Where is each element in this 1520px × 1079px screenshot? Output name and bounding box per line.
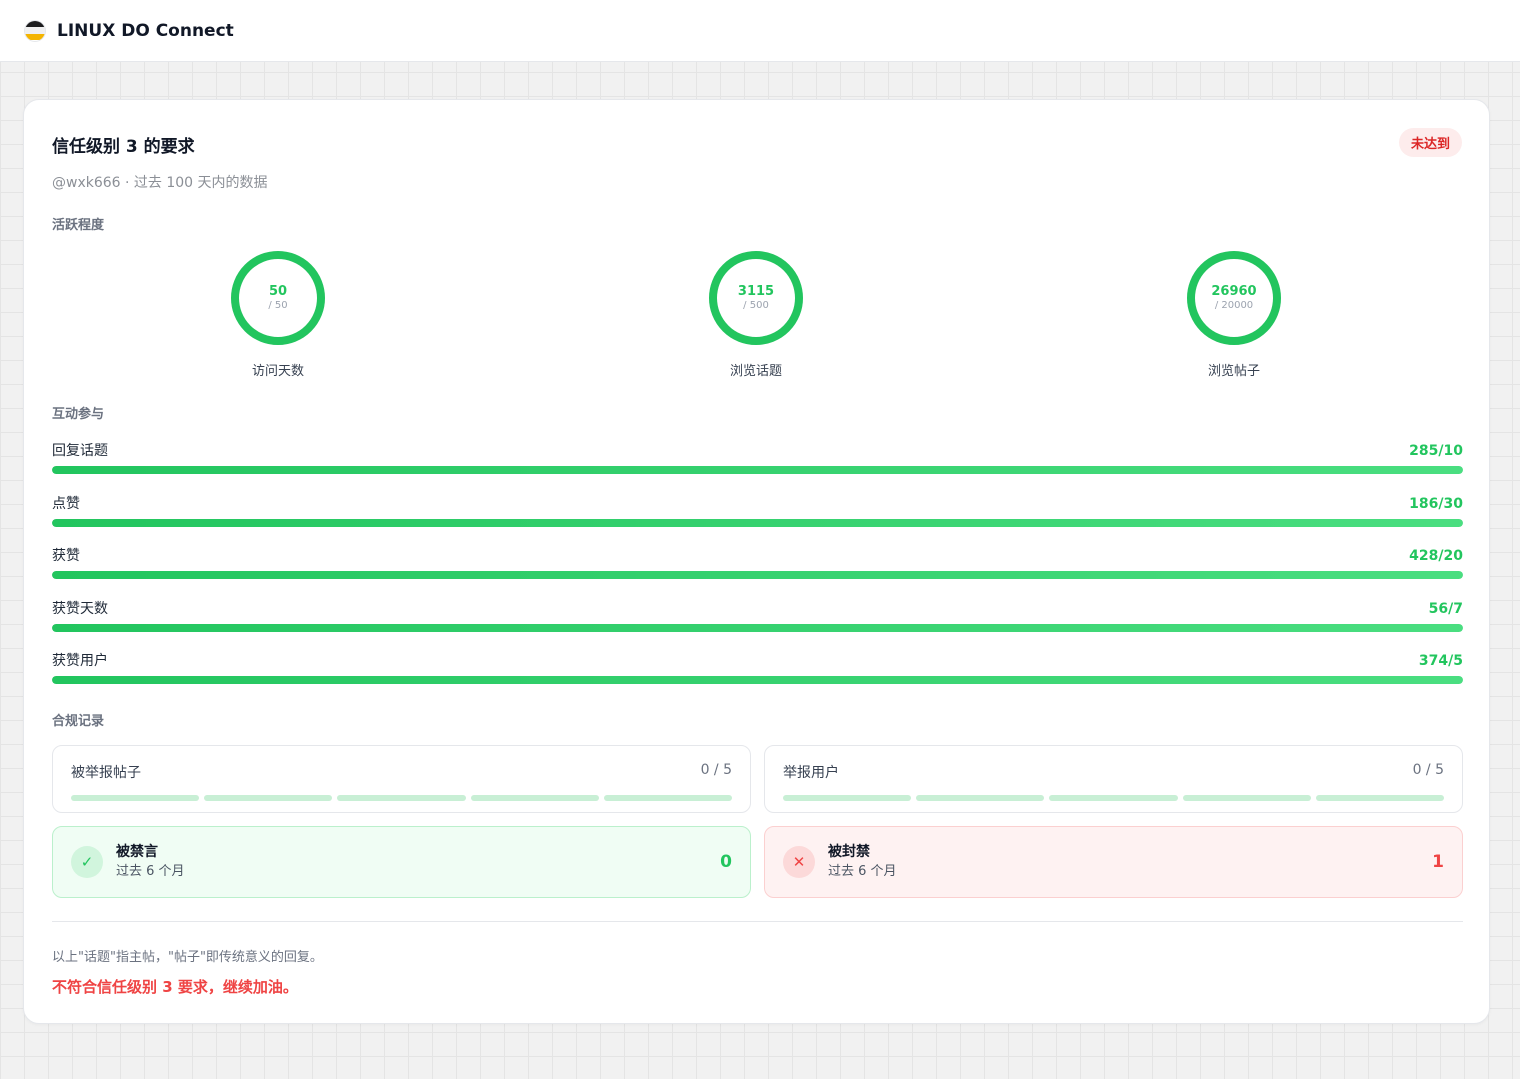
bar-liked-days: 获赞天数 56/7 (52, 598, 1463, 632)
flag-subtitle: 过去 6 个月 (116, 864, 185, 879)
bar-value: 186/30 (1409, 496, 1463, 512)
segment (337, 795, 466, 801)
segment (204, 795, 333, 801)
bar-label: 获赞用户 (52, 653, 108, 669)
flag-title: 被封禁 (828, 844, 870, 860)
flag-subtitle: 过去 6 个月 (828, 864, 897, 879)
close-icon: ✕ (783, 846, 815, 878)
status-badge: 未达到 (1398, 128, 1462, 157)
ring-value: 3115 (737, 284, 775, 299)
progress-fill (52, 676, 1463, 684)
progress-ring: 3115 / 500 (708, 250, 804, 346)
ring-value: 26960 (1211, 284, 1257, 299)
silenced-box: ✓ 被禁言 过去 6 个月 0 (52, 826, 751, 898)
stat-label: 被举报帖子 (71, 765, 141, 781)
ring-target: / 50 (268, 300, 288, 311)
progress-ring: 50 / 50 (230, 250, 326, 346)
ring-topics-viewed: 3115 / 500 浏览话题 (696, 250, 816, 379)
section-label-activity: 活跃程度 (52, 218, 105, 233)
bar-value: 428/20 (1409, 548, 1463, 564)
ring-visit-days: 50 / 50 访问天数 (218, 250, 338, 379)
card-subtitle: @wxk666 · 过去 100 天内的数据 (52, 175, 268, 191)
ring-target: / 20000 (1214, 300, 1254, 311)
progress-ring: 26960 / 20000 (1186, 250, 1282, 346)
bar-value: 56/7 (1428, 601, 1463, 617)
progress-fill (52, 624, 1463, 632)
ring-label: 浏览话题 (729, 364, 782, 379)
progress-bar (52, 624, 1463, 632)
top-bar: LINUX DO Connect (0, 0, 1520, 62)
bar-label: 获赞天数 (52, 601, 108, 617)
flag-count: 0 (720, 852, 732, 872)
stat-value: 0 / 5 (1412, 762, 1444, 778)
stat-value: 0 / 5 (700, 762, 732, 778)
segment (71, 795, 200, 801)
bar-value: 285/10 (1409, 443, 1463, 459)
footnote: 以上"话题"指主帖，"帖子"即传统意义的回复。 (52, 950, 323, 965)
ring-label: 访问天数 (251, 364, 304, 379)
bar-likes-received: 获赞 428/20 (52, 545, 1463, 579)
bar-value: 374/5 (1418, 653, 1463, 669)
card-title: 信任级别 3 的要求 (52, 137, 195, 157)
progress-bar (52, 676, 1463, 684)
section-label-engagement: 互动参与 (52, 407, 105, 422)
progress-fill (52, 571, 1463, 579)
segment-bar (783, 795, 1445, 801)
progress-bar (52, 519, 1463, 527)
flag-count: 1 (1432, 852, 1444, 872)
progress-bar (52, 571, 1463, 579)
bar-likes-given: 点赞 186/30 (52, 493, 1463, 527)
bar-label: 获赞 (52, 548, 80, 564)
segment-bar (71, 795, 733, 801)
stat-label: 举报用户 (783, 765, 839, 781)
trust-level-card: 信任级别 3 的要求 未达到 @wxk666 · 过去 100 天内的数据 活跃… (23, 99, 1490, 1024)
bar-liked-users: 获赞用户 374/5 (52, 650, 1463, 684)
bar-replies: 回复话题 285/10 (52, 440, 1463, 474)
app-title: LINUX DO Connect (57, 20, 234, 41)
reported-posts-box: 被举报帖子 0 / 5 (52, 745, 751, 813)
check-icon: ✓ (71, 846, 103, 878)
segment (470, 795, 599, 801)
progress-bar (52, 466, 1463, 474)
section-label-compliance: 合规记录 (52, 714, 105, 729)
bar-label: 点赞 (52, 496, 80, 512)
segment (1182, 795, 1311, 801)
ring-posts-read: 26960 / 20000 浏览帖子 (1174, 250, 1294, 379)
flag-title: 被禁言 (116, 844, 158, 860)
progress-fill (52, 519, 1463, 527)
divider (52, 921, 1463, 922)
ring-value: 50 (268, 284, 288, 299)
segment (916, 795, 1045, 801)
suspended-box: ✕ 被封禁 过去 6 个月 1 (764, 826, 1463, 898)
reported-users-box: 举报用户 0 / 5 (764, 745, 1463, 813)
ring-label: 浏览帖子 (1207, 364, 1260, 379)
progress-fill (52, 466, 1463, 474)
segment (783, 795, 912, 801)
segment (1315, 795, 1445, 801)
segment (603, 795, 733, 801)
ring-target: / 500 (743, 300, 769, 311)
verdict-message: 不符合信任级别 3 要求，继续加油。 (52, 978, 298, 996)
linuxdo-logo-icon (25, 20, 45, 41)
bar-label: 回复话题 (52, 443, 108, 459)
segment (1049, 795, 1178, 801)
